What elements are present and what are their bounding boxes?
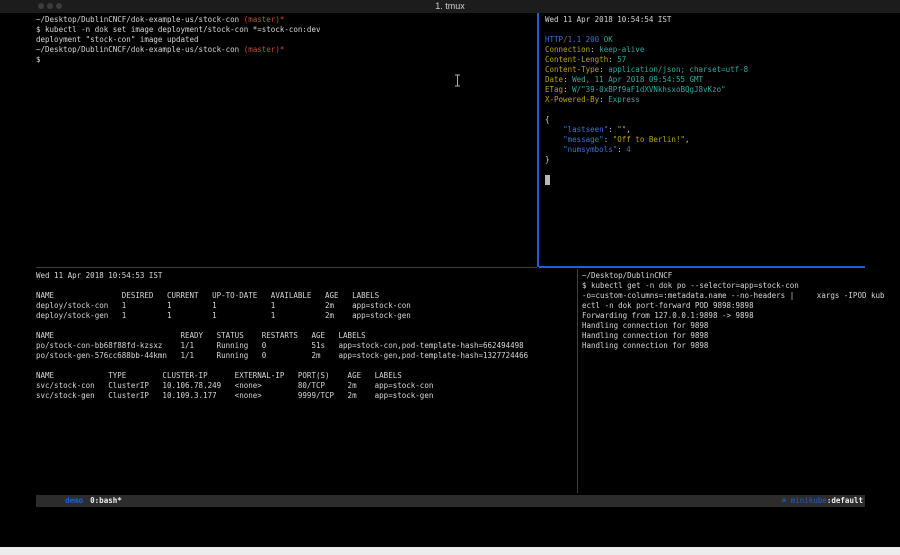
terminal-line: Connection: keep-alive xyxy=(545,45,865,55)
window-titlebar: 1. tmux xyxy=(0,0,900,14)
terminal-line xyxy=(545,165,865,175)
terminal-line xyxy=(545,105,865,115)
terminal-line: Content-Length: 57 xyxy=(545,55,865,65)
terminal-line: Handling connection for 9898 xyxy=(582,331,882,341)
kube-context-name: minikube xyxy=(791,496,827,505)
pane-shell-kubectl-set-image[interactable]: ~/Desktop/DublinCNCF/dok-example-us/stoc… xyxy=(36,15,534,265)
terminal-line: deploy/stock-con 1 1 1 1 2m app=stock-co… xyxy=(36,301,574,311)
terminal-line: $ kubectl -n dok set image deployment/st… xyxy=(36,25,534,35)
terminal-line: "lastseen": "", xyxy=(545,125,865,135)
terminal-line: ~/Desktop/DublinCNCF/dok-example-us/stoc… xyxy=(36,15,534,25)
terminal-line: $ xyxy=(36,55,534,65)
tmux-status-left: demo 0:bash* xyxy=(36,483,122,519)
terminal-line: deploy/stock-gen 1 1 1 1 2m app=stock-ge… xyxy=(36,311,574,321)
mouse-text-cursor-pointer xyxy=(454,72,461,85)
terminal-line xyxy=(36,281,574,291)
terminal-line: NAME TYPE CLUSTER-IP EXTERNAL-IP PORT(S)… xyxy=(36,371,574,381)
terminal-line: "numsymbols": 4 xyxy=(545,145,865,155)
terminal-line: Forwarding from 127.0.0.1:9898 -> 9898 xyxy=(582,311,882,321)
pane-kubectl-resources-watch[interactable]: Wed 11 Apr 2018 10:54:53 IST NAME DESIRE… xyxy=(36,271,574,491)
page-background-strip xyxy=(0,547,900,555)
terminal-line: -o=custom-columns=:metadata.name --no-he… xyxy=(582,291,882,301)
terminal-line: Content-Type: application/json; charset=… xyxy=(545,65,865,75)
tmux-status-right: ☸ minikube:default xyxy=(755,483,865,519)
terminal-line: X-Powered-By: Express xyxy=(545,95,865,105)
terminal-line: Handling connection for 9898 xyxy=(582,341,882,351)
terminal-line: $ kubectl get -n dok po --selector=app=s… xyxy=(582,281,882,291)
kubernetes-wheel-icon: ☸ xyxy=(782,496,791,505)
pane-port-forward-log[interactable]: ~/Desktop/DublinCNCF$ kubectl get -n dok… xyxy=(582,271,882,491)
terminal-line: po/stock-gen-576cc688bb-44kmn 1/1 Runnin… xyxy=(36,351,574,361)
terminal-line: po/stock-con-bb68f88fd-kzsxz 1/1 Running… xyxy=(36,341,574,351)
window-title: 1. tmux xyxy=(0,1,900,11)
terminal-line: { xyxy=(545,115,865,125)
terminal-window: 1. tmux ~/Desktop/DublinCNCF/dok-example… xyxy=(0,0,900,555)
terminal-line: ETag: W/"39-0xBPf9aF1dXVNkhsxoBQgJ8vKzo" xyxy=(545,85,865,95)
terminal-line: Wed 11 Apr 2018 10:54:54 IST xyxy=(545,15,865,25)
terminal-line: deployment "stock-con" image updated xyxy=(36,35,534,45)
terminal-line xyxy=(545,25,865,35)
terminal-cursor xyxy=(545,175,550,185)
terminal-line: svc/stock-gen ClusterIP 10.109.3.177 <no… xyxy=(36,391,574,401)
terminal-line: ectl -n dok port-forward POD 9898:9898 xyxy=(582,301,882,311)
terminal-line: } xyxy=(545,155,865,165)
tmux-pane-border-horizontal-left[interactable] xyxy=(36,267,537,268)
terminal-line: Date: Wed, 11 Apr 2018 09:54:55 GMT xyxy=(545,75,865,85)
terminal-line: svc/stock-con ClusterIP 10.106.78.249 <n… xyxy=(36,381,574,391)
terminal-line xyxy=(545,175,865,185)
tmux-pane-border-vertical-bottom[interactable] xyxy=(577,269,578,493)
terminal-line: Handling connection for 9898 xyxy=(582,321,882,331)
terminal-line: ~/Desktop/DublinCNCF/dok-example-us/stoc… xyxy=(36,45,534,55)
terminal-line: ~/Desktop/DublinCNCF xyxy=(582,271,882,281)
pane-http-response-watch[interactable]: Wed 11 Apr 2018 10:54:54 IST HTTP/1.1 20… xyxy=(545,15,865,265)
tmux-status-bar: demo 0:bash* ☸ minikube:default xyxy=(36,495,865,507)
terminal-line xyxy=(36,321,574,331)
terminal-line: NAME DESIRED CURRENT UP-TO-DATE AVAILABL… xyxy=(36,291,574,301)
terminal-line: "message": "Off to Berlin!", xyxy=(545,135,865,145)
terminal-line: NAME READY STATUS RESTARTS AGE LABELS xyxy=(36,331,574,341)
terminal-line: Wed 11 Apr 2018 10:54:53 IST xyxy=(36,271,574,281)
terminal-line xyxy=(36,361,574,371)
tmux-pane-border-vertical-active[interactable] xyxy=(537,13,539,267)
kube-namespace: :default xyxy=(827,496,863,505)
tmux-session-name: demo xyxy=(65,496,83,505)
terminal-line: HTTP/1.1 200 OK xyxy=(545,35,865,45)
tmux-pane-border-horizontal-active[interactable] xyxy=(539,266,865,268)
tmux-window-tab[interactable]: 0:bash* xyxy=(90,496,122,505)
